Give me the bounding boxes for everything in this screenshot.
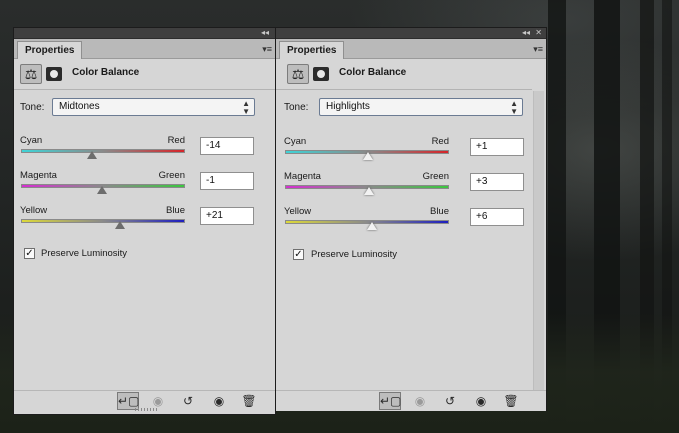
- properties-panel-midtones: ◂◂ Properties ▾≡ ⚖ Color Balance Tone: M…: [13, 27, 276, 415]
- panel-scrollbar[interactable]: [533, 91, 544, 391]
- adjustment-title: Color Balance: [72, 67, 140, 78]
- preserve-luminosity-checkbox[interactable]: ✓: [293, 249, 304, 260]
- panel-menu-icon[interactable]: ▾≡: [262, 44, 272, 55]
- panel-footer: ↵▢ ◉ ↺ ◉ 🗑: [14, 390, 275, 411]
- resize-grip[interactable]: [135, 408, 157, 411]
- collapse-icon[interactable]: ◂◂: [522, 28, 530, 38]
- tone-label: Tone:: [20, 102, 45, 113]
- yellow-blue-slider-row: Yellow Blue +21: [20, 205, 256, 241]
- select-arrows-icon: ▲ ▼: [510, 99, 518, 116]
- preserve-luminosity-label: Preserve Luminosity: [311, 249, 398, 260]
- slider-left-label: Yellow: [284, 206, 312, 217]
- yellow-blue-value-field[interactable]: +21: [200, 207, 254, 225]
- magenta-green-value-field[interactable]: -1: [200, 172, 254, 190]
- visibility-eye-icon[interactable]: ◉: [470, 392, 492, 410]
- magenta-green-slider-row: Magenta Green -1: [20, 170, 256, 206]
- layer-mask-icon[interactable]: [46, 67, 62, 81]
- tone-select[interactable]: Midtones ▲ ▼: [52, 98, 255, 116]
- color-balance-scales-icon[interactable]: ⚖: [287, 64, 309, 84]
- panel-tab-row: Properties ▾≡: [276, 39, 546, 59]
- delete-trash-icon[interactable]: 🗑: [500, 392, 522, 410]
- divider: [14, 89, 275, 90]
- slider-left-label: Magenta: [284, 171, 321, 182]
- slider-left-label: Cyan: [20, 135, 43, 146]
- layer-mask-icon[interactable]: [313, 67, 329, 81]
- cyan-red-value-field[interactable]: -14: [200, 137, 254, 155]
- tone-select-value: Midtones: [59, 101, 100, 112]
- yellow-blue-value-field[interactable]: +6: [470, 208, 524, 226]
- slider-right-label: Red: [431, 136, 449, 147]
- tone-select-value: Highlights: [326, 101, 370, 112]
- slider-thumb[interactable]: [362, 152, 373, 160]
- yellow-blue-track[interactable]: [21, 219, 185, 223]
- slider-left-label: Yellow: [20, 205, 48, 216]
- cyan-red-value-field[interactable]: +1: [470, 138, 524, 156]
- panel-title-bar[interactable]: ◂◂ ✕: [276, 28, 546, 39]
- tab-properties[interactable]: Properties: [279, 41, 345, 59]
- properties-panel-highlights: ◂◂ ✕ Properties ▾≡ ⚖ Color Balance Tone:…: [275, 27, 547, 411]
- panel-tab-row: Properties ▾≡: [14, 39, 275, 59]
- slider-right-label: Blue: [429, 206, 449, 217]
- reset-icon[interactable]: ↺: [439, 392, 461, 410]
- cyan-red-slider-row: Cyan Red +1: [284, 136, 524, 172]
- slider-thumb[interactable]: [115, 221, 126, 229]
- slider-left-label: Magenta: [20, 170, 57, 181]
- adjustment-title: Color Balance: [339, 67, 407, 78]
- view-previous-state-icon[interactable]: ◉: [409, 392, 431, 410]
- panel-menu-icon[interactable]: ▾≡: [533, 44, 543, 55]
- magenta-green-slider-row: Magenta Green +3: [284, 171, 524, 207]
- slider-right-label: Red: [167, 135, 185, 146]
- slider-right-label: Blue: [165, 205, 185, 216]
- reset-icon[interactable]: ↺: [177, 392, 199, 410]
- clip-to-layer-icon[interactable]: ↵▢: [379, 392, 401, 410]
- collapse-icon[interactable]: ◂◂: [261, 28, 269, 38]
- panel-footer: ↵▢ ◉ ↺ ◉ 🗑: [276, 390, 546, 411]
- close-icon[interactable]: ✕: [535, 28, 542, 38]
- slider-right-label: Green: [158, 170, 185, 181]
- tone-label: Tone:: [284, 102, 309, 113]
- slider-thumb[interactable]: [364, 187, 375, 195]
- panel-title-bar[interactable]: ◂◂: [14, 28, 275, 39]
- select-arrows-icon: ▲ ▼: [242, 99, 250, 116]
- slider-thumb[interactable]: [366, 222, 377, 230]
- delete-trash-icon[interactable]: 🗑: [238, 392, 260, 410]
- slider-thumb[interactable]: [97, 186, 108, 194]
- magenta-green-value-field[interactable]: +3: [470, 173, 524, 191]
- slider-right-label: Green: [422, 171, 449, 182]
- preserve-luminosity-label: Preserve Luminosity: [41, 248, 128, 259]
- preserve-luminosity-checkbox[interactable]: ✓: [24, 248, 35, 259]
- divider: [276, 89, 532, 90]
- yellow-blue-slider-row: Yellow Blue +6: [284, 206, 524, 242]
- cyan-red-slider-row: Cyan Red -14: [20, 135, 256, 171]
- visibility-eye-icon[interactable]: ◉: [208, 392, 230, 410]
- slider-left-label: Cyan: [284, 136, 307, 147]
- cyan-red-track[interactable]: [21, 149, 185, 153]
- color-balance-scales-icon[interactable]: ⚖: [20, 64, 42, 84]
- slider-thumb[interactable]: [86, 151, 97, 159]
- tone-select[interactable]: Highlights ▲ ▼: [319, 98, 523, 116]
- tab-properties[interactable]: Properties: [17, 41, 83, 59]
